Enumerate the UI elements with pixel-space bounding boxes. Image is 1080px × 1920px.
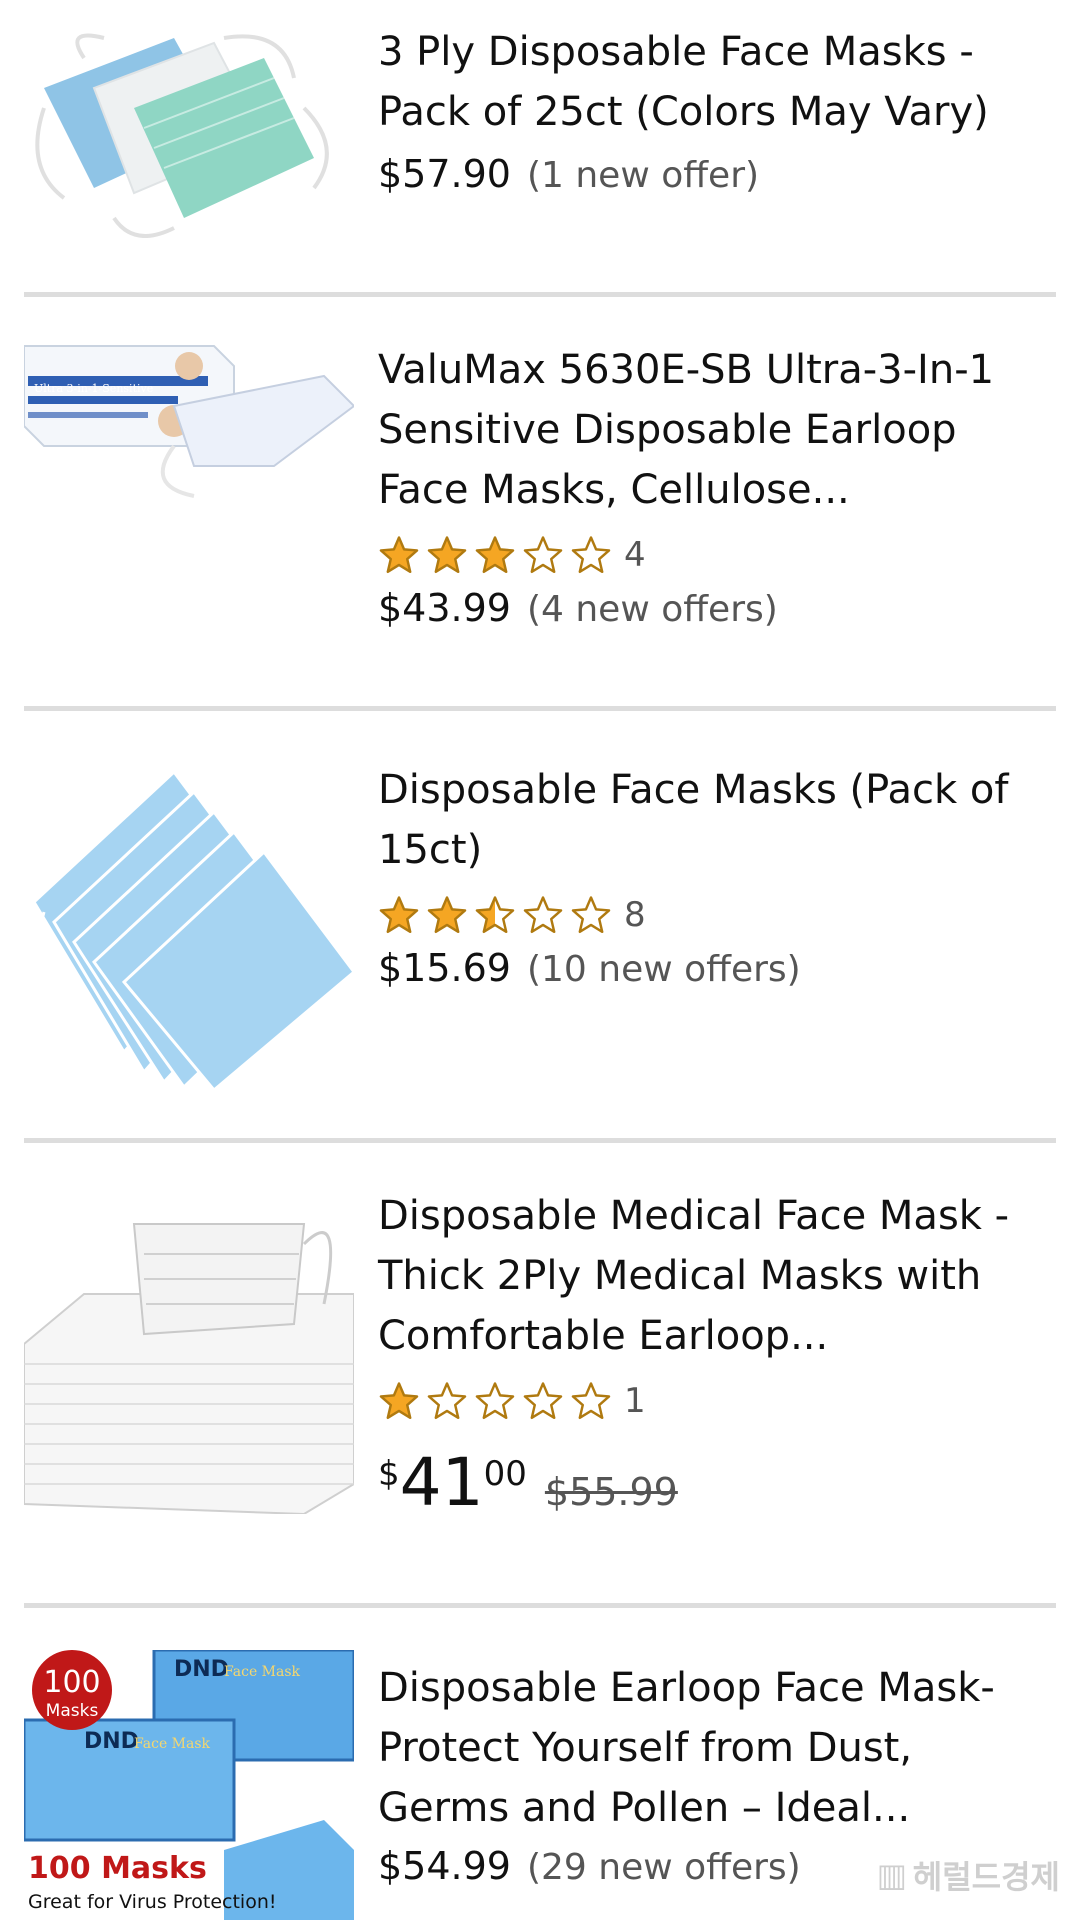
list-price: $55.99 <box>544 1470 678 1514</box>
product-title[interactable]: Disposable Earloop Face Mask- Protect Yo… <box>378 1658 1028 1838</box>
price-currency: $ <box>378 1454 400 1494</box>
rating-count[interactable]: 1 <box>624 1381 646 1421</box>
product-price: $ 41 00 <box>378 1448 527 1518</box>
rating-count[interactable]: 4 <box>624 535 646 575</box>
rating-count[interactable]: 8 <box>624 895 646 935</box>
star-empty-icon <box>571 1382 611 1420</box>
star-empty-icon <box>571 896 611 934</box>
product-card-3[interactable]: Disposable Face Masks (Pack of 15ct) 8 $… <box>0 712 1080 1142</box>
product-image-3[interactable] <box>24 752 354 1092</box>
divider <box>24 292 1056 297</box>
product-price: $54.99 <box>378 1844 511 1888</box>
price-whole: 41 <box>399 1444 484 1521</box>
product-image-4[interactable] <box>24 1184 354 1514</box>
divider <box>24 1603 1056 1608</box>
star-empty-icon <box>523 536 563 574</box>
offers-link[interactable]: (4 new offers) <box>527 589 778 630</box>
star-empty-icon <box>523 896 563 934</box>
badge-label: Masks <box>46 1701 99 1721</box>
star-empty-icon <box>475 1382 515 1420</box>
product-image-2[interactable]: Ultra 3-in-1-Sensitive <box>24 336 354 516</box>
product-price: $57.90 <box>378 152 511 196</box>
box-text: Face Mask <box>224 1664 301 1680</box>
star-rating[interactable] <box>378 534 612 576</box>
product-image-1[interactable] <box>24 18 354 238</box>
star-empty-icon <box>571 536 611 574</box>
box-text: Face Mask <box>134 1736 211 1752</box>
product-card-2[interactable]: Ultra 3-in-1-Sensitive ValuMax 5630E-SB … <box>0 300 1080 700</box>
star-empty-icon <box>427 1382 467 1420</box>
offers-link[interactable]: (10 new offers) <box>527 949 801 990</box>
box-brand: DND <box>174 1657 229 1682</box>
product-image-5[interactable]: DND DND Face Mask Face Mask 100 Masks 10… <box>24 1650 354 1920</box>
price-fraction: 00 <box>483 1454 527 1494</box>
star-rating[interactable] <box>378 894 612 936</box>
star-full-icon <box>379 896 419 934</box>
star-full-icon <box>475 536 515 574</box>
offers-link[interactable]: (1 new offer) <box>527 155 759 196</box>
offers-link[interactable]: (29 new offers) <box>527 1847 801 1888</box>
product-price: $15.69 <box>378 946 511 990</box>
star-rating[interactable] <box>378 1380 612 1422</box>
divider <box>24 706 1056 711</box>
product-title[interactable]: ValuMax 5630E-SB Ultra-3-In-1 Sensitive … <box>378 340 1028 520</box>
watermark-text: 헤럴드경제 <box>912 1858 1060 1896</box>
star-full-icon <box>427 896 467 934</box>
product-title[interactable]: Disposable Medical Face Mask - Thick 2Pl… <box>378 1186 1028 1366</box>
box-brand: DND <box>84 1729 139 1754</box>
badge-count: 100 <box>43 1665 100 1700</box>
product-card-1[interactable]: 3 Ply Disposable Face Masks - Pack of 25… <box>0 0 1080 290</box>
box-text: Ultra 3-in-1-Sensitive <box>34 382 153 395</box>
star-full-icon <box>427 536 467 574</box>
product-title[interactable]: Disposable Face Masks (Pack of 15ct) <box>378 760 1028 880</box>
divider <box>24 1138 1056 1143</box>
product-price: $43.99 <box>378 586 511 630</box>
watermark-logo-icon: ▥ <box>876 1856 907 1894</box>
image-caption: 100 Masks <box>28 1851 207 1886</box>
watermark: ▥ 헤럴드경제 <box>877 1852 1060 1898</box>
star-full-icon <box>379 1382 419 1420</box>
image-caption-sub: Great for Virus Protection! <box>28 1891 277 1913</box>
star-empty-icon <box>523 1382 563 1420</box>
star-full-icon <box>379 536 419 574</box>
product-title[interactable]: 3 Ply Disposable Face Masks - Pack of 25… <box>378 22 1028 142</box>
star-half-icon <box>475 896 515 934</box>
product-card-4[interactable]: Disposable Medical Face Mask - Thick 2Pl… <box>0 1144 1080 1604</box>
